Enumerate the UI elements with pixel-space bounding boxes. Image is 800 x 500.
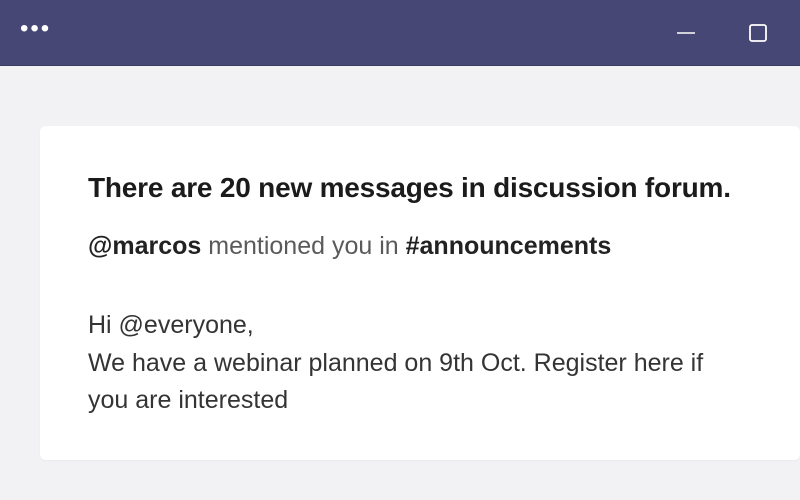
mention-line: @marcos mentioned you in #announcements [88, 232, 752, 261]
card-body: Hi @everyone,We have a webinar planned o… [88, 307, 748, 420]
titlebar: ••• [0, 0, 800, 66]
card-heading: There are 20 new messages in discussion … [88, 172, 752, 204]
overflow-menu[interactable]: ••• [20, 15, 51, 51]
mention-user[interactable]: @marcos [88, 232, 201, 260]
minimize-icon [675, 22, 697, 44]
overflow-icon: ••• [20, 15, 51, 42]
maximize-button[interactable] [744, 19, 772, 47]
mention-text: mentioned you in [201, 232, 405, 260]
minimize-button[interactable] [672, 19, 700, 47]
notification-card: There are 20 new messages in discussion … [40, 126, 800, 460]
window-controls [672, 19, 780, 47]
content-area: There are 20 new messages in discussion … [0, 66, 800, 460]
maximize-icon [748, 23, 768, 43]
mention-channel[interactable]: #announcements [406, 232, 612, 260]
